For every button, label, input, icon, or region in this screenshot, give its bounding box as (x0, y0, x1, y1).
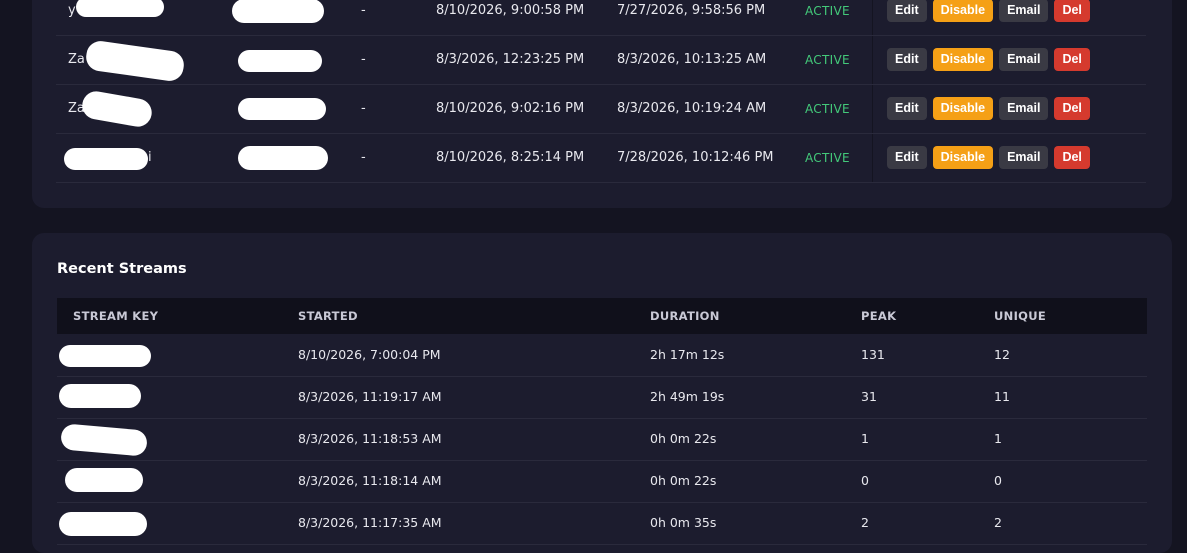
disable-button[interactable]: Disable (932, 48, 994, 71)
actions-divider (872, 36, 873, 84)
stream-duration: 0h 0m 35s (650, 515, 717, 530)
table-row: 8/3/2026, 11:19:17 AM 2h 49m 19s 31 11 (57, 376, 1147, 419)
disable-button[interactable]: Disable (932, 0, 994, 22)
stream-peak: 1 (861, 431, 869, 446)
actions-divider (872, 0, 873, 35)
user-last-login: 8/10/2026, 8:25:14 PM (436, 150, 585, 165)
stream-duration: 0h 0m 22s (650, 473, 717, 488)
column-header-started: STARTED (298, 309, 358, 323)
stream-unique: 0 (994, 473, 1002, 488)
user-created: 7/27/2026, 9:58:56 PM (617, 3, 766, 18)
edit-button[interactable]: Edit (887, 48, 927, 71)
row-actions: Edit Disable Email Del (887, 0, 1090, 23)
column-header-unique: UNIQUE (994, 309, 1047, 323)
user-row: i - 8/10/2026, 8:25:14 PM 7/28/2026, 10:… (56, 134, 1146, 183)
actions-divider (872, 85, 873, 133)
row-actions: Edit Disable Email Del (887, 48, 1090, 72)
stream-started: 8/3/2026, 11:17:35 AM (298, 515, 442, 530)
user-name: i (148, 150, 152, 165)
email-button[interactable]: Email (999, 48, 1049, 71)
stream-peak: 2 (861, 515, 869, 530)
column-header-peak: PEAK (861, 309, 897, 323)
stream-started: 8/10/2026, 7:00:04 PM (298, 347, 441, 362)
user-name: y (68, 3, 76, 18)
redacted-stream-key (59, 512, 147, 536)
table-header: STREAM KEY STARTED DURATION PEAK UNIQUE (57, 298, 1147, 334)
redacted-name (84, 39, 186, 83)
stream-peak: 0 (861, 473, 869, 488)
user-last-login: 8/3/2026, 12:23:25 PM (436, 52, 585, 67)
user-created: 8/3/2026, 10:19:24 AM (617, 101, 767, 116)
email-button[interactable]: Email (999, 0, 1049, 22)
status-badge: ACTIVE (805, 151, 850, 165)
stream-unique: 1 (994, 431, 1002, 446)
column-header-stream-key: STREAM KEY (73, 309, 159, 323)
disable-button[interactable]: Disable (932, 97, 994, 120)
user-created: 7/28/2026, 10:12:46 PM (617, 150, 774, 165)
redacted-stream-key (59, 345, 151, 367)
user-row: Za - 8/3/2026, 12:23:25 PM 8/3/2026, 10:… (56, 36, 1146, 85)
stream-started: 8/3/2026, 11:19:17 AM (298, 389, 442, 404)
redacted-name (64, 148, 148, 170)
user-field-dash: - (361, 3, 366, 18)
status-badge: ACTIVE (805, 102, 850, 116)
stream-unique: 11 (994, 389, 1010, 404)
section-title: Recent Streams (57, 261, 187, 277)
stream-duration: 2h 49m 19s (650, 389, 725, 404)
redacted-name (80, 89, 154, 129)
user-created: 8/3/2026, 10:13:25 AM (617, 52, 767, 67)
actions-divider (872, 134, 873, 182)
redacted-stream-key (60, 423, 148, 457)
column-header-duration: DURATION (650, 309, 720, 323)
redacted-email (232, 0, 324, 23)
user-last-login: 8/10/2026, 9:00:58 PM (436, 3, 585, 18)
recent-streams-panel: Recent Streams STREAM KEY STARTED DURATI… (32, 233, 1172, 553)
user-field-dash: - (361, 52, 366, 67)
redacted-email (238, 98, 326, 120)
delete-button[interactable]: Del (1054, 48, 1090, 71)
stream-started: 8/3/2026, 11:18:53 AM (298, 431, 442, 446)
redacted-stream-key (65, 468, 143, 492)
user-row: Za - 8/10/2026, 9:02:16 PM 8/3/2026, 10:… (56, 85, 1146, 134)
redacted-name (76, 0, 164, 17)
redacted-email (238, 146, 328, 170)
user-row: y - 8/10/2026, 9:00:58 PM 7/27/2026, 9:5… (56, 0, 1146, 36)
delete-button[interactable]: Del (1054, 146, 1090, 169)
stream-unique: 12 (994, 347, 1010, 362)
status-badge: ACTIVE (805, 53, 850, 67)
stream-started: 8/3/2026, 11:18:14 AM (298, 473, 442, 488)
redacted-email (238, 50, 322, 72)
redacted-stream-key (59, 384, 141, 408)
table-row: 8/3/2026, 11:17:35 AM 0h 0m 35s 2 2 (57, 502, 1147, 545)
user-name: Za (68, 52, 85, 67)
stream-peak: 31 (861, 389, 877, 404)
delete-button[interactable]: Del (1054, 0, 1090, 22)
table-row: 8/10/2026, 7:00:04 PM 2h 17m 12s 131 12 (57, 334, 1147, 377)
delete-button[interactable]: Del (1054, 97, 1090, 120)
user-field-dash: - (361, 101, 366, 116)
user-last-login: 8/10/2026, 9:02:16 PM (436, 101, 585, 116)
stream-duration: 2h 17m 12s (650, 347, 725, 362)
user-field-dash: - (361, 150, 366, 165)
table-row: 8/3/2026, 11:18:14 AM 0h 0m 22s 0 0 (57, 460, 1147, 503)
status-badge: ACTIVE (805, 4, 850, 18)
email-button[interactable]: Email (999, 97, 1049, 120)
disable-button[interactable]: Disable (932, 146, 994, 169)
stream-peak: 131 (861, 347, 885, 362)
users-panel: y - 8/10/2026, 9:00:58 PM 7/27/2026, 9:5… (32, 0, 1172, 208)
edit-button[interactable]: Edit (887, 97, 927, 120)
row-actions: Edit Disable Email Del (887, 146, 1090, 170)
row-actions: Edit Disable Email Del (887, 97, 1090, 121)
stream-duration: 0h 0m 22s (650, 431, 717, 446)
email-button[interactable]: Email (999, 146, 1049, 169)
edit-button[interactable]: Edit (887, 146, 927, 169)
table-row: 8/3/2026, 11:18:53 AM 0h 0m 22s 1 1 (57, 418, 1147, 461)
stream-unique: 2 (994, 515, 1002, 530)
edit-button[interactable]: Edit (887, 0, 927, 22)
